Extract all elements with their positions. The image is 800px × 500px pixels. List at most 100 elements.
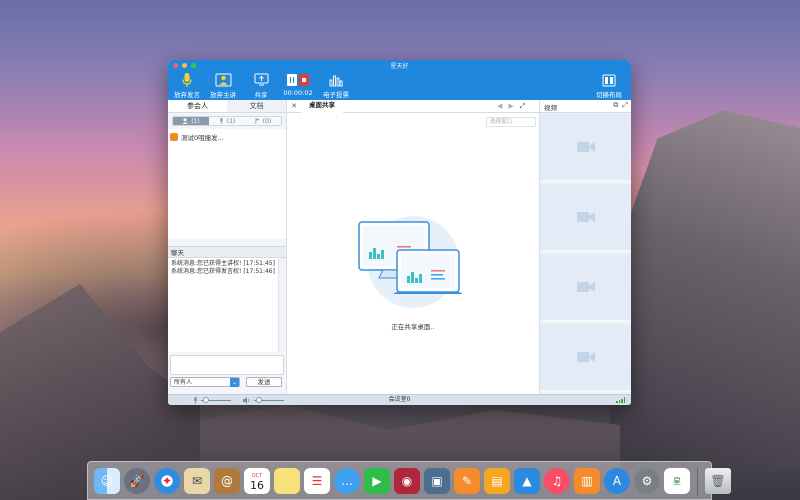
calendar-icon[interactable]: OCT 16: [244, 468, 270, 494]
finder-icon[interactable]: ☺: [94, 468, 120, 494]
chat-message: 系统消息:您已获得主讲权! [17:51:45]: [171, 260, 275, 267]
dock: ☺ 🚀 ✦ ✉ @ OCT 16 ☰ … ▶ ◉ ▣ ✎ ▤ ▲ ♫ ▥ A ⚙…: [87, 461, 731, 500]
wallpaper-mountain-right: [610, 110, 800, 470]
window-select[interactable]: 选择窗口: [486, 117, 536, 127]
trash-icon[interactable]: 🗑: [705, 468, 731, 494]
ibooks-icon[interactable]: ▥: [574, 468, 600, 494]
video-header: 视频 ⧉ ⤢: [540, 100, 631, 113]
mic-small-icon: [220, 118, 223, 124]
toolbar: 放弃发言 放弃主讲 共享 00:00:02 电子投票 切换布局: [168, 71, 631, 100]
messages-icon[interactable]: …: [334, 468, 360, 494]
next-page-icon[interactable]: ▶: [508, 102, 513, 111]
microphone-icon: [182, 72, 192, 87]
left-tabs: 参会人 文档: [168, 100, 286, 113]
vote-chart-icon: [329, 75, 343, 86]
video-slot[interactable]: [540, 254, 631, 322]
recording-timer: 00:00:02: [283, 89, 313, 97]
meeting-window: 星天好 放弃发言 放弃主讲 共享 00:00:02 电子投票 切换布局 参会人 …: [168, 60, 631, 405]
close-icon[interactable]: ✕: [287, 102, 301, 110]
launchpad-icon[interactable]: 🚀: [124, 468, 150, 494]
filter-speaking[interactable]: (1): [209, 117, 245, 125]
dock-items: ☺ 🚀 ✦ ✉ @ OCT 16 ☰ … ▶ ◉ ▣ ✎ ▤ ▲ ♫ ▥ A ⚙…: [94, 468, 731, 496]
system-preferences-icon[interactable]: ⚙: [634, 468, 660, 494]
camera-switch-icon[interactable]: ⧉: [613, 101, 618, 110]
video-slot[interactable]: [540, 324, 631, 392]
e-vote-label: 电子投票: [323, 91, 349, 99]
video-slot[interactable]: [540, 114, 631, 182]
layout-icon: [602, 74, 616, 86]
notes-icon[interactable]: [274, 468, 300, 494]
custom-app-icon[interactable]: 星: [664, 468, 690, 494]
reminders-icon[interactable]: ☰: [304, 468, 330, 494]
contacts-icon[interactable]: @: [214, 468, 240, 494]
filter-flagged[interactable]: (0): [245, 117, 281, 125]
share-button[interactable]: 共享: [251, 72, 271, 99]
share-screen-icon: [254, 73, 268, 86]
fullscreen-icon[interactable]: ⤢: [520, 102, 526, 111]
nav-arrows: ◀ ▶ ⤢: [497, 102, 525, 111]
give-up-speaking-button[interactable]: 放弃发言: [174, 72, 200, 99]
chat-message: 系统消息:您已获得发言权! [17:51:46]: [171, 268, 275, 275]
filter-all-count: (1): [191, 117, 200, 125]
status-bar: 会议室0: [168, 394, 631, 405]
video-header-icons: ⧉ ⤢: [613, 101, 628, 110]
filter-flagged-count: (0): [262, 117, 272, 125]
give-up-speaking-label: 放弃发言: [174, 91, 200, 99]
recording-control[interactable]: 00:00:02: [282, 72, 314, 97]
keynote-icon[interactable]: ▲: [514, 468, 540, 494]
chat-recipient-select[interactable]: 所有人 ⌄: [170, 377, 240, 387]
list-item[interactable]: 测试0咀撞发...: [170, 132, 284, 142]
filter-all[interactable]: (1): [173, 117, 209, 125]
photo-booth-icon[interactable]: ◉: [394, 468, 420, 494]
e-vote-button[interactable]: 电子投票: [322, 72, 350, 99]
share-label: 共享: [254, 91, 268, 99]
title-bar[interactable]: 星天好: [168, 60, 631, 71]
itunes-icon[interactable]: ♫: [544, 468, 570, 494]
chevron-down-icon: ⌄: [230, 378, 239, 387]
flag-icon: [255, 118, 260, 124]
facetime-icon[interactable]: ▶: [364, 468, 390, 494]
meeting-room-label: 会议室0: [388, 396, 411, 403]
video-camera-icon: [576, 282, 595, 292]
left-panel: 参会人 文档 (1) (1) (0) 测试0咀撞发... 聊天 系统消息:您已获…: [168, 100, 287, 394]
prev-page-icon[interactable]: ◀: [497, 102, 502, 111]
chat-scrollbar[interactable]: [278, 258, 286, 352]
filter-speaking-count: (1): [226, 117, 236, 125]
person-icon: [182, 118, 188, 124]
expand-icon[interactable]: ⤢: [622, 101, 628, 110]
switch-layout-button[interactable]: 切换布局: [593, 72, 625, 99]
participant-filters: (1) (1) (0): [172, 116, 282, 126]
participant-name: 测试0咀撞发...: [181, 134, 224, 142]
video-camera-icon: [576, 142, 595, 152]
video-camera-icon: [576, 352, 595, 362]
switch-layout-label: 切换布局: [596, 91, 622, 99]
signal-strength-icon: [616, 397, 625, 403]
pages-icon[interactable]: ✎: [454, 468, 480, 494]
video-slot[interactable]: [540, 184, 631, 252]
participant-list: 测试0咀撞发...: [168, 129, 286, 239]
tab-desktop-share[interactable]: 桌面共享: [301, 99, 343, 113]
presenter-icon: [215, 73, 231, 86]
send-button[interactable]: 发送: [246, 377, 282, 387]
tab-participants[interactable]: 参会人: [168, 100, 227, 112]
user-avatar-icon: [170, 133, 178, 141]
iphoto-icon[interactable]: ▣: [424, 468, 450, 494]
video-panel: 视频 ⧉ ⤢: [539, 100, 631, 394]
give-up-presenter-label: 放弃主讲: [210, 91, 236, 99]
chat-messages: 系统消息:您已获得主讲权! [17:51:45] 系统消息:您已获得发言权! […: [168, 258, 278, 352]
numbers-icon[interactable]: ▤: [484, 468, 510, 494]
sharing-status: 正在共享桌面..: [391, 323, 435, 331]
tab-documents[interactable]: 文档: [227, 100, 286, 112]
chat-controls: 所有人 ⌄ 发送: [170, 377, 284, 388]
pause-icon[interactable]: [287, 74, 297, 86]
safari-icon[interactable]: ✦: [154, 468, 180, 494]
mail-icon[interactable]: ✉: [184, 468, 210, 494]
window-title: 星天好: [390, 63, 409, 70]
app-store-icon[interactable]: A: [604, 468, 630, 494]
stop-record-icon[interactable]: [299, 74, 309, 86]
recipient-value: 所有人: [174, 379, 193, 386]
center-panel: ✕ 桌面共享 选择窗口 正在共享桌面..: [287, 100, 539, 394]
give-up-presenter-button[interactable]: 放弃主讲: [208, 72, 238, 99]
chat-input[interactable]: [170, 355, 284, 375]
chat-title: 聊天: [168, 246, 286, 258]
